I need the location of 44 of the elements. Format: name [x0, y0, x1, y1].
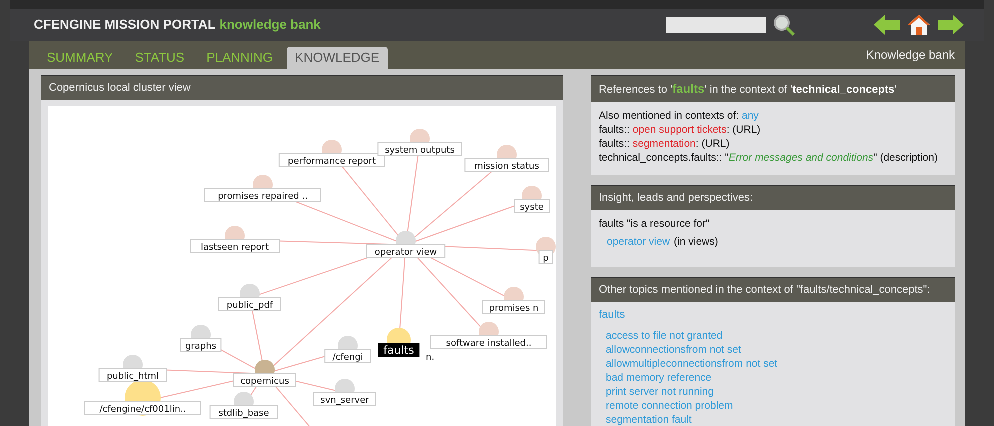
node-label[interactable]: /cfengine/cf001lin.. [84, 402, 202, 416]
node-label[interactable]: operator view [366, 244, 446, 258]
node-label[interactable]: faults [378, 344, 420, 358]
node-label[interactable]: public_html [98, 368, 168, 382]
portal-title: CFENGINE MISSION PORTAL [34, 17, 216, 32]
forward-arrow-icon[interactable] [938, 15, 964, 35]
node-label[interactable]: mission status [464, 158, 550, 172]
page-label: Knowledge bank [866, 48, 955, 62]
insight-note: (in views) [674, 236, 718, 248]
panel-header: References to 'faults' in the context of 'technical_concepts' [591, 75, 955, 102]
panel-header: Copernicus local cluster view [41, 75, 563, 100]
portal-subtitle: knowledge bank [220, 17, 321, 32]
node-label[interactable]: software installed.. [430, 336, 548, 350]
node-label[interactable]: /cfengi [324, 350, 372, 364]
node-label[interactable]: public_pdf [218, 298, 282, 312]
insight-statement: faults "is a resource for" [599, 217, 711, 231]
node-label[interactable]: stdlib_base [210, 406, 278, 420]
node-label[interactable]: performance report [278, 154, 386, 168]
reference-line: faults:: open support tickets: (URL) [599, 123, 762, 137]
node-label[interactable]: promises repaired .. [204, 188, 322, 202]
search-icon[interactable] [772, 13, 796, 37]
node-label[interactable]: copernicus [234, 374, 296, 388]
panel-header: Insight, leads and perspectives: [591, 185, 955, 210]
node-label[interactable]: syste [514, 200, 550, 214]
reference-line: Also mentioned in contexts of: any [599, 109, 760, 123]
reference-line: technical_concepts.faults:: "Error messages and conditions" (description) [599, 151, 939, 165]
node-label[interactable]: lastseen report [190, 240, 280, 254]
reference-link[interactable]: open support tickets [632, 124, 727, 136]
search-field[interactable] [666, 17, 766, 33]
node-label[interactable]: system outputs [378, 142, 462, 156]
nav-tab[interactable]: STATUS [127, 47, 193, 69]
reference-link[interactable]: segmentation [632, 138, 696, 150]
node-label[interactable]: svn_server [314, 392, 376, 406]
back-arrow-icon[interactable] [874, 15, 900, 35]
nav-tab[interactable]: PLANNING [198, 47, 282, 69]
panel-header: Other topics mentioned in the context of "faults/technical_concepts": [591, 277, 955, 302]
nav-tab[interactable]: SUMMARY [39, 47, 122, 69]
nav-tab[interactable]: KNOWLEDGE [287, 47, 388, 69]
node-label[interactable]: graphs [180, 338, 222, 352]
reference-line: faults:: segmentation: (URL) [599, 137, 731, 151]
home-icon[interactable] [908, 14, 930, 36]
node-label[interactable]: p [538, 250, 554, 264]
node-label[interactable]: promises n [482, 300, 546, 314]
node-label-tail: n. [426, 353, 435, 363]
